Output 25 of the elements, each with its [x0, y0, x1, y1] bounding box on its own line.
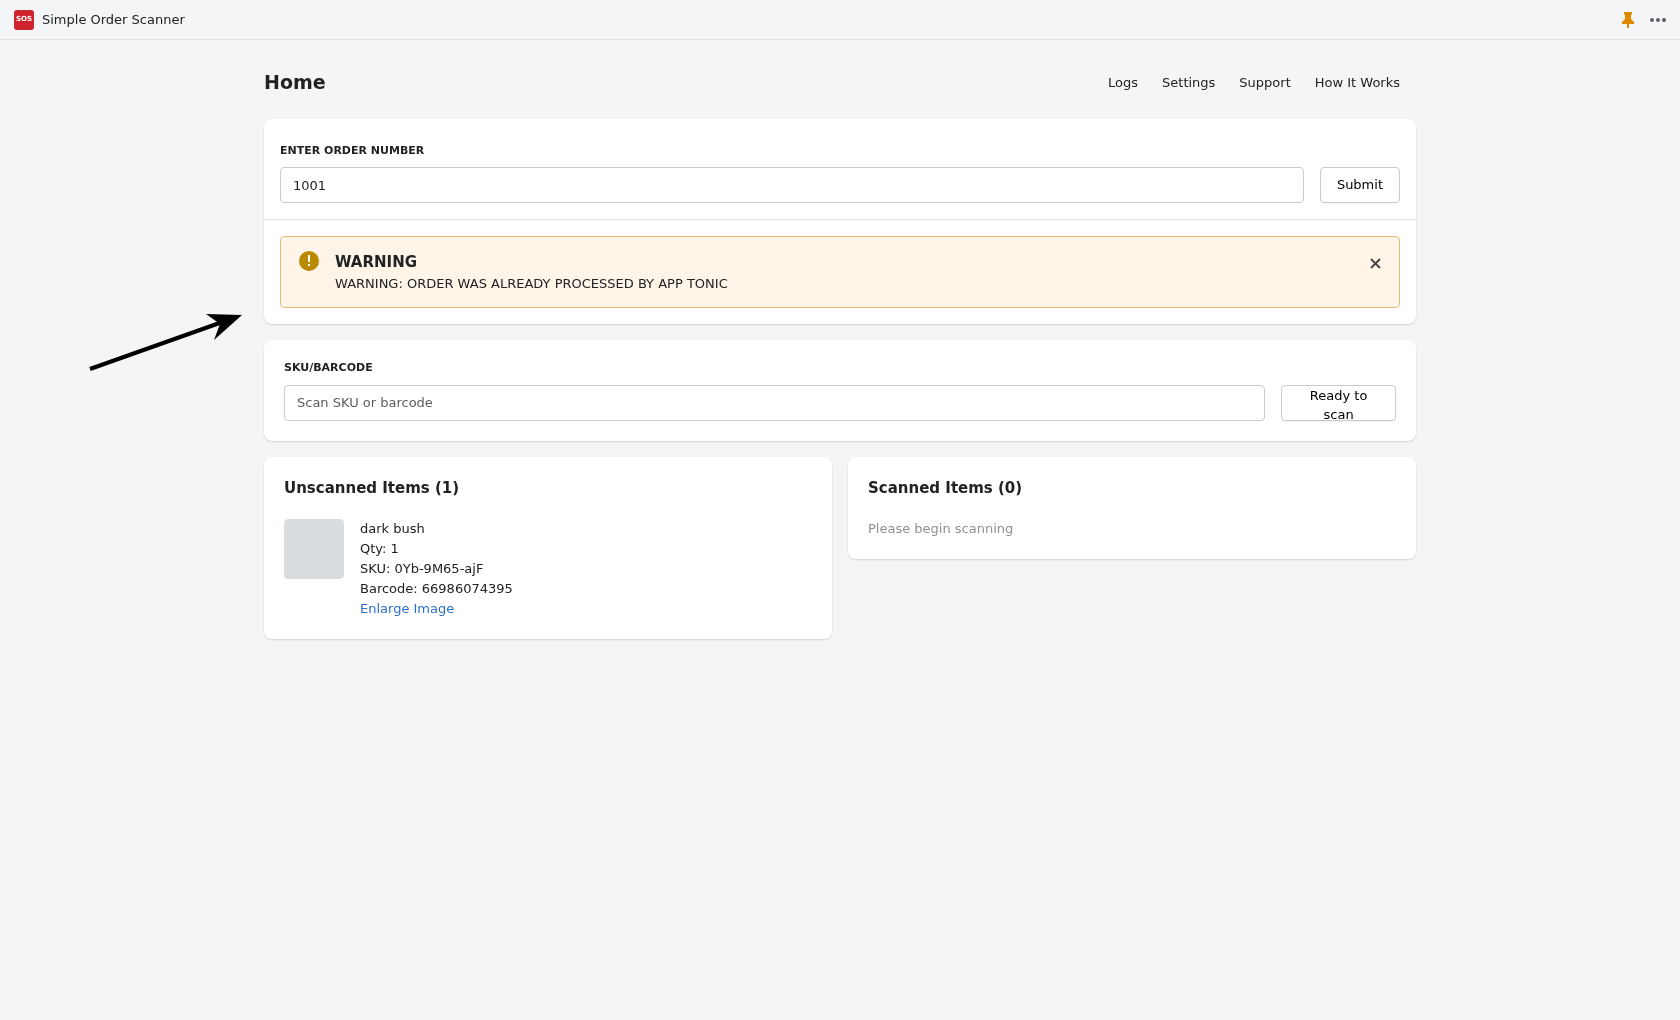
- more-icon[interactable]: [1650, 17, 1666, 22]
- item-barcode: Barcode: 66986074395: [360, 580, 513, 598]
- field-label: SKU/BARCODE: [284, 360, 374, 376]
- submit-button[interactable]: Submit: [1319, 167, 1400, 203]
- order-number-field[interactable]: 1001: [280, 167, 1304, 203]
- field-label: ENTER ORDER NUMBER: [280, 142, 426, 159]
- app-title: Simple Order Scanner: [42, 10, 185, 29]
- page-title: Home: [264, 70, 326, 95]
- banner-message: WARNING: ORDER WAS ALREADY PROCESSED BY APP TONIC: [335, 274, 729, 293]
- photo-placeholder: [284, 519, 344, 579]
- item-qty: Qty: 1: [360, 540, 400, 558]
- banner-title: WARNING: [335, 252, 419, 273]
- nav-link[interactable]: Settings: [1162, 72, 1216, 92]
- item-sku: SKU: 0Yb-9M65-ajF: [360, 560, 485, 578]
- item-name: dark bush: [360, 520, 426, 538]
- sku-field[interactable]: Scan SKU or barcode: [284, 384, 1266, 421]
- nav-link[interactable]: Support: [1239, 72, 1291, 92]
- ready-to-scan-button[interactable]: Ready to scan: [1281, 384, 1396, 421]
- enlarge-image-link[interactable]: Enlarge Image: [360, 601, 455, 616]
- section-title: Unscanned Items (1): [284, 477, 461, 499]
- nav-link[interactable]: Logs: [1108, 72, 1139, 92]
- empty-message: Please begin scanning: [868, 520, 1015, 538]
- section-title: Scanned Items (0): [868, 477, 1024, 499]
- nav-link[interactable]: How It Works: [1314, 72, 1400, 92]
- warning-icon: [299, 251, 319, 271]
